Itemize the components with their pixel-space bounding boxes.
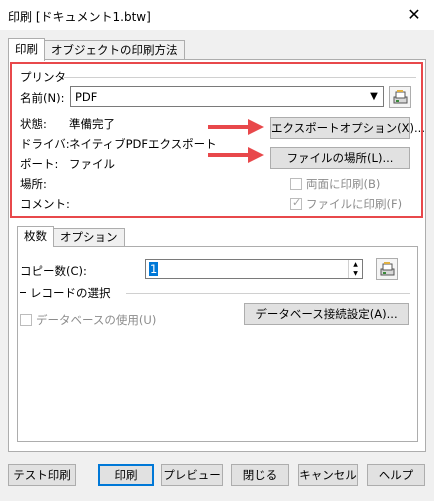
- help-button[interactable]: ヘルプ: [367, 464, 425, 486]
- print-button[interactable]: 印刷: [98, 464, 154, 486]
- test-print-button[interactable]: テスト印刷: [8, 464, 76, 486]
- window-title: 印刷 [ドキュメント1.btw]: [8, 10, 151, 24]
- record-selection-marker: [20, 292, 26, 293]
- cancel-button[interactable]: キャンセル: [298, 464, 358, 486]
- copies-settings-button[interactable]: [376, 258, 398, 280]
- checkbox-box: [20, 314, 32, 326]
- use-database-checkbox-label: データベースの使用(U): [36, 313, 157, 327]
- copies-value[interactable]: 1: [149, 262, 159, 276]
- database-connection-settings-button[interactable]: データベース接続設定(A)...: [244, 303, 409, 325]
- spin-up-icon[interactable]: ▲: [349, 260, 362, 269]
- spinner-arrows[interactable]: ▲ ▼: [348, 260, 362, 278]
- tab-print[interactable]: 印刷: [8, 38, 45, 61]
- close-button[interactable]: 閉じる: [231, 464, 289, 486]
- highlight-box: [10, 62, 423, 218]
- record-selection-title: レコードの選択: [30, 286, 111, 300]
- title-bar: 印刷 [ドキュメント1.btw] ✕: [0, 0, 434, 30]
- tab-options[interactable]: オプション: [53, 228, 125, 247]
- close-window-icon[interactable]: ✕: [394, 0, 434, 30]
- copies-label: コピー数(C):: [20, 264, 87, 278]
- spin-down-icon[interactable]: ▼: [349, 269, 362, 278]
- tab-copies[interactable]: 枚数: [17, 226, 54, 247]
- use-database-checkbox[interactable]: データベースの使用(U): [20, 312, 156, 328]
- tab-object-print-method[interactable]: オブジェクトの印刷方法: [44, 40, 185, 60]
- preview-button[interactable]: プレビュー: [161, 464, 223, 486]
- record-selection-divider: [126, 293, 410, 294]
- printer-properties-icon: [380, 262, 395, 276]
- copies-spinner[interactable]: 1 ▲ ▼: [145, 259, 363, 279]
